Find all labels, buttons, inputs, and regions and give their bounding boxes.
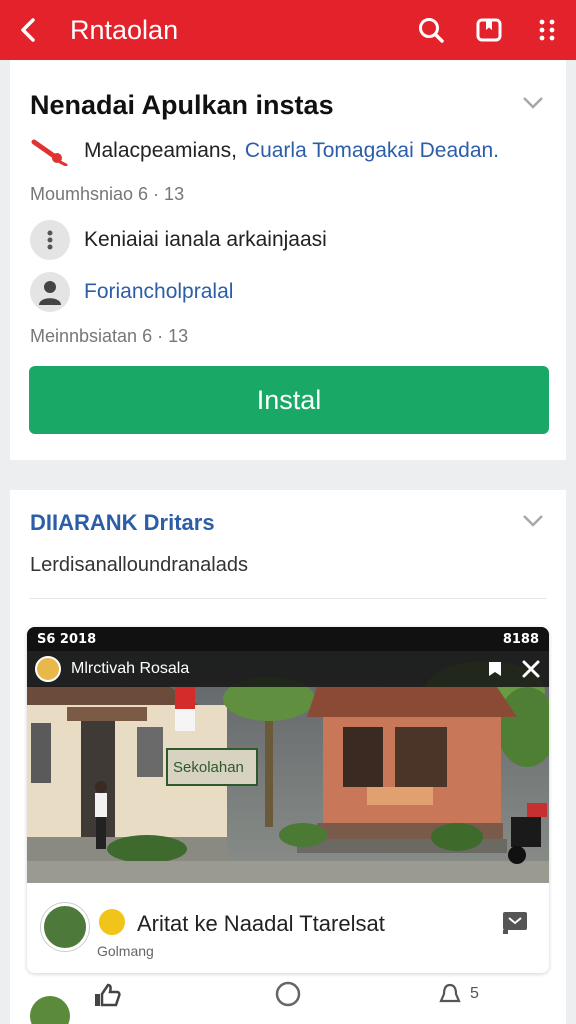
thumbs-up-icon xyxy=(95,983,121,1007)
chevron-down-icon xyxy=(523,515,543,527)
status-time: S6 2018 xyxy=(37,631,97,647)
publisher-link[interactable]: Cuarla Tomagakai Deadan. xyxy=(245,139,499,163)
collapse-button[interactable] xyxy=(522,96,544,115)
video-header: Mlrctivah Rosala xyxy=(27,651,549,687)
section-title: DIIARANK Dritars xyxy=(30,510,215,535)
option-row-2[interactable]: Foriancholpralal xyxy=(30,272,233,312)
top-app-bar: Rntaolan xyxy=(0,0,576,60)
comment-icon xyxy=(275,981,301,1007)
recommendation-card: DIIARANK Dritars Lerdisanalloundranalads xyxy=(10,490,566,1024)
channel-avatar[interactable] xyxy=(41,903,89,951)
install-button[interactable]: Instal xyxy=(29,366,549,434)
like-button[interactable] xyxy=(92,982,122,1008)
uploader-avatar[interactable] xyxy=(35,656,61,682)
video-card[interactable]: Sekolahan S6 2018 8188 Mlrctivah Rosala … xyxy=(27,627,549,973)
share-count: 5 xyxy=(470,985,479,1002)
meta-info-1: Moumhsniao 6 · 13 xyxy=(30,184,185,204)
chevron-down-icon xyxy=(523,97,543,109)
channel-badge xyxy=(97,907,127,937)
bell-icon xyxy=(439,983,461,1003)
commenter-avatar[interactable] xyxy=(28,980,72,1024)
bookmark-icon xyxy=(489,662,501,676)
divider xyxy=(30,598,546,599)
channel-name[interactable]: Aritat ke Naadal Ttarelsat xyxy=(137,911,385,937)
person-icon xyxy=(30,272,70,312)
option-row-1[interactable]: Keniaiai ianala arkainjaasi xyxy=(30,220,327,260)
meta-info-2: Meinnbsiatan 6 · 13 xyxy=(30,326,189,346)
back-arrow-icon xyxy=(21,18,35,42)
close-icon xyxy=(522,660,540,678)
wrench-icon xyxy=(31,139,68,166)
more-icon xyxy=(539,19,555,41)
publisher-prefix: Malacpeamians, xyxy=(84,139,237,162)
option-label-1: Keniaiai ianala arkainjaasi xyxy=(84,228,327,251)
flag-icon xyxy=(503,912,527,934)
search-icon xyxy=(419,18,444,43)
install-card: Nenadai Apulkan instas Malacpeamians, Cu… xyxy=(10,60,566,460)
comment-button[interactable] xyxy=(274,980,302,1008)
page-title: Rntaolan xyxy=(70,14,179,45)
school-sign-text: Sekolahan xyxy=(173,759,244,776)
share-button[interactable] xyxy=(501,909,531,939)
save-video-button[interactable] xyxy=(477,651,513,687)
uploader-name: Mlrctivah Rosala xyxy=(71,660,190,677)
bookmark-button[interactable] xyxy=(460,0,518,60)
section-collapse-button[interactable] xyxy=(522,514,544,533)
option-label-2: Foriancholpralal xyxy=(84,280,234,303)
back-button[interactable] xyxy=(0,0,56,60)
share-count-button[interactable]: 5 xyxy=(438,982,479,1006)
status-battery: 8188 xyxy=(502,631,539,647)
close-video-button[interactable] xyxy=(513,651,549,687)
more-vertical-icon xyxy=(30,220,70,260)
card-title: Nenadai Apulkan instas xyxy=(30,90,334,120)
bookmark-icon xyxy=(476,18,502,42)
more-button[interactable] xyxy=(518,0,576,60)
channel-subtitle: Golmang xyxy=(97,943,154,959)
video-thumbnail[interactable]: Sekolahan S6 2018 8188 Mlrctivah Rosala xyxy=(27,627,549,883)
reaction-bar: 5 xyxy=(10,980,566,1024)
video-footer: Aritat ke Naadal Ttarelsat Golmang xyxy=(27,883,549,973)
status-bar: S6 2018 8188 xyxy=(27,627,549,651)
section-subtitle: Lerdisanalloundranalads xyxy=(30,554,248,576)
search-button[interactable] xyxy=(402,0,460,60)
publisher-row: Malacpeamians, Cuarla Tomagakai Deadan. xyxy=(30,136,499,166)
